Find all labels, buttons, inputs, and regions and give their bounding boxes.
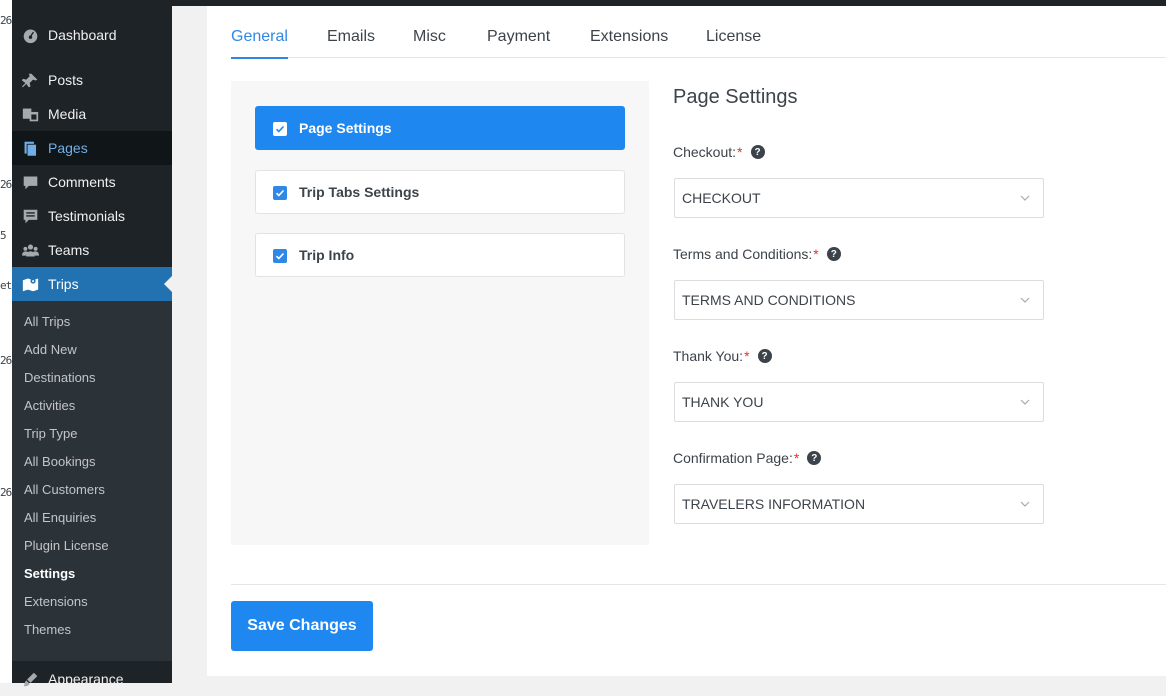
submenu-themes[interactable]: Themes	[24, 620, 71, 640]
confirmation-label: Confirmation Page: * ?	[673, 450, 822, 466]
select-value: TRAVELERS INFORMATION	[682, 496, 866, 512]
menu-trips[interactable]: Trips	[12, 267, 172, 301]
nav-trip-info[interactable]: Trip Info	[255, 233, 625, 277]
chevron-down-icon	[1020, 399, 1030, 405]
comment-icon	[21, 173, 39, 191]
chevron-down-icon	[1020, 297, 1030, 303]
field-label-text: Confirmation Page:	[673, 450, 793, 466]
tab-license[interactable]: License	[706, 28, 761, 58]
menu-label: Pages	[48, 140, 88, 156]
menu-label: Trips	[48, 276, 79, 292]
edge-fragment: 26	[0, 14, 12, 27]
checkout-select[interactable]: CHECKOUT	[674, 178, 1044, 218]
trips-submenu: All Trips Add New Destinations Activitie…	[12, 301, 172, 661]
required-marker: *	[737, 144, 743, 160]
media-icon	[21, 105, 39, 123]
required-marker: *	[744, 348, 750, 364]
checkout-label: Checkout: * ?	[673, 144, 765, 160]
dashboard-icon	[21, 26, 39, 44]
edge-strip: 26 26 5 et 26 26	[0, 0, 12, 683]
menu-comments[interactable]: Comments	[12, 165, 172, 199]
chevron-down-icon	[1020, 195, 1030, 201]
required-marker: *	[793, 450, 800, 466]
edge-fragment: 26	[0, 178, 12, 191]
divider	[231, 584, 1166, 585]
testimonial-icon	[21, 207, 39, 225]
submenu-add-new[interactable]: Add New	[24, 340, 77, 360]
groups-icon	[21, 241, 39, 259]
section-title: Page Settings	[673, 86, 798, 108]
menu-label: Dashboard	[48, 27, 117, 43]
field-label-text: Checkout:	[673, 144, 737, 160]
menu-teams[interactable]: Teams	[12, 233, 172, 267]
menu-label: Media	[48, 106, 87, 122]
tab-emails[interactable]: Emails	[327, 28, 375, 58]
submenu-all-customers[interactable]: All Customers	[24, 480, 105, 500]
settings-content: General Emails Misc Payment Extensions L…	[207, 6, 1166, 676]
submenu-extensions[interactable]: Extensions	[24, 592, 88, 612]
menu-appearance[interactable]: Appearance	[12, 662, 172, 696]
select-value: CHECKOUT	[682, 190, 761, 206]
tab-misc[interactable]: Misc	[413, 28, 446, 58]
thank-you-label: Thank You: * ?	[673, 348, 772, 364]
checkmark-icon	[273, 122, 287, 136]
menu-label: Posts	[48, 72, 84, 88]
tab-payment[interactable]: Payment	[487, 28, 550, 58]
chevron-down-icon	[1020, 501, 1030, 507]
menu-media[interactable]: Media	[12, 97, 172, 131]
edge-fragment: et	[0, 279, 12, 292]
pin-icon	[21, 71, 39, 89]
submenu-plugin-license[interactable]: Plugin License	[24, 536, 109, 556]
help-icon[interactable]: ?	[826, 247, 841, 261]
submenu-destinations[interactable]: Destinations	[24, 368, 96, 388]
save-changes-button[interactable]: Save Changes	[231, 601, 373, 651]
checkmark-icon	[273, 249, 287, 263]
edge-fragment: 5	[0, 229, 7, 242]
terms-select[interactable]: TERMS AND CONDITIONS	[674, 280, 1044, 320]
submenu-all-trips[interactable]: All Trips	[24, 312, 70, 332]
nav-card-label: Trip Tabs Settings	[299, 184, 420, 200]
tab-general[interactable]: General	[231, 28, 288, 59]
menu-dashboard[interactable]: Dashboard	[12, 18, 172, 52]
menu-testimonials[interactable]: Testimonials	[12, 199, 172, 233]
field-label-text: Terms and Conditions:	[673, 246, 813, 262]
select-value: THANK YOU	[682, 394, 764, 410]
tab-extensions[interactable]: Extensions	[590, 28, 668, 58]
checkmark-icon	[273, 186, 287, 200]
menu-label: Teams	[48, 242, 90, 258]
menu-label: Testimonials	[48, 208, 126, 224]
help-icon[interactable]: ?	[807, 451, 822, 465]
menu-label: Comments	[48, 174, 116, 190]
help-icon[interactable]: ?	[750, 145, 765, 159]
field-label-text: Thank You:	[673, 348, 744, 364]
settings-tabs: General Emails Misc Payment Extensions L…	[231, 6, 1166, 59]
map-icon	[21, 275, 39, 293]
confirmation-select[interactable]: TRAVELERS INFORMATION	[674, 484, 1044, 524]
submenu-trip-type[interactable]: Trip Type	[24, 424, 77, 444]
edge-fragment: 26	[0, 354, 12, 367]
nav-page-settings[interactable]: Page Settings	[255, 106, 625, 150]
edge-fragment: 26	[0, 486, 12, 499]
nav-card-label: Page Settings	[299, 120, 392, 136]
help-icon[interactable]: ?	[757, 349, 772, 363]
select-value: TERMS AND CONDITIONS	[682, 292, 856, 308]
brush-icon	[21, 670, 39, 688]
terms-label: Terms and Conditions: * ?	[673, 246, 841, 262]
submenu-all-enquiries[interactable]: All Enquiries	[24, 508, 96, 528]
submenu-activities[interactable]: Activities	[24, 396, 75, 416]
pages-icon	[21, 139, 39, 157]
menu-pages[interactable]: Pages	[12, 131, 172, 165]
required-marker: *	[813, 246, 819, 262]
submenu-all-bookings[interactable]: All Bookings	[24, 452, 96, 472]
thank-you-select[interactable]: THANK YOU	[674, 382, 1044, 422]
menu-posts[interactable]: Posts	[12, 63, 172, 97]
menu-label: Appearance	[48, 671, 124, 687]
settings-nav-panel: Page Settings Trip Tabs Settings Trip In…	[231, 81, 649, 545]
nav-trip-tabs-settings[interactable]: Trip Tabs Settings	[255, 170, 625, 214]
admin-sidebar: Dashboard Posts Media Pages Comments Tes…	[12, 0, 172, 687]
submenu-settings[interactable]: Settings	[24, 564, 75, 584]
nav-card-label: Trip Info	[299, 247, 355, 263]
